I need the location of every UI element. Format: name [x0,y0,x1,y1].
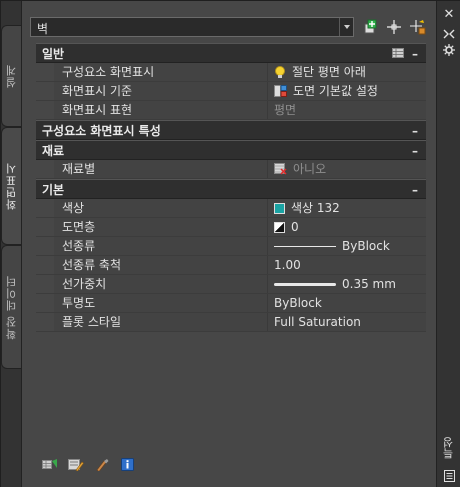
properties-panel: 벽 일반 – 구성요소 화면표시 절단 평면 아래 화면표시 기준 도면 기본값… [21,1,437,487]
property-value[interactable]: 절단 평면 아래 [268,63,426,81]
property-name: 투명도 [54,294,268,312]
collapse-component-props-button[interactable]: – [412,124,418,138]
linetype-value: ByBlock [342,239,390,253]
property-value[interactable]: Full Saturation [268,313,426,331]
property-value: 평면 [268,101,426,119]
property-value[interactable]: 아니오 [268,160,426,178]
property-value[interactable]: 0 [268,218,426,236]
edit-display-button[interactable] [68,457,84,471]
category-component-display-props[interactable]: 구성요소 화면표시 특성 – [36,120,426,140]
quick-select-icon [410,20,426,35]
property-row[interactable]: 투명도 ByBlock [36,294,426,313]
property-value[interactable]: ByBlock [268,294,426,312]
extended-tab-button[interactable] [42,457,58,471]
palette-options-glyph [443,470,455,482]
tab-design[interactable]: 설계 [1,25,21,127]
property-value[interactable]: 1.00 [268,256,426,274]
property-row[interactable]: 구성요소 화면표시 절단 평면 아래 [36,63,426,82]
tab-extended-data[interactable]: 확장 데이터 [1,245,21,369]
left-tab-strip: 설계 화면표시 확장 데이터 [1,1,22,487]
gear-icon [443,44,455,56]
layer-swatch [274,221,285,233]
tab-display-label: 화면표시 [5,162,18,210]
linetype-preview [274,245,336,247]
property-name: 구성요소 화면표시 [54,63,268,81]
category-general-title: 일반 [42,46,65,61]
property-grid: 일반 – 구성요소 화면표시 절단 평면 아래 화면표시 기준 도면 기본값 설… [36,43,426,332]
category-material-title: 재료 [42,143,65,158]
crosshair-icon [387,20,401,34]
category-basic[interactable]: 기본 – [36,179,426,199]
info-button[interactable] [120,457,136,471]
lightbulb-icon [275,65,285,78]
properties-palette-window: 설계 화면표시 확장 데이터 벽 일반 – 구성요소 화면표시 절단 평면 아래… [0,0,460,487]
properties-menu-icon[interactable] [441,43,457,57]
property-name: 색상 [54,199,268,217]
property-row[interactable]: 플롯 스타일 Full Saturation [36,313,426,332]
palette-title-bar: ✕ 특성 [437,1,460,487]
property-value[interactable]: ByBlock [268,237,426,255]
palette-title-label: 특성 [442,437,455,459]
property-value[interactable]: 색상 132 [268,199,426,217]
quick-select-button[interactable] [408,17,428,37]
palette-options-icon[interactable] [441,469,457,483]
category-material[interactable]: 재료 – [36,140,426,160]
auto-hide-arrows [443,29,455,39]
layer-value: 0 [291,220,299,234]
property-value[interactable]: 도면 기본값 설정 [268,82,426,100]
property-row[interactable]: 재료별 아니오 [36,160,426,179]
collapse-material-button[interactable]: – [412,144,418,158]
display-basis-value: 도면 기본값 설정 [293,84,378,98]
property-row[interactable]: 선가중치 0.35 mm [36,275,426,294]
lineweight-value: 0.35 mm [342,277,396,291]
by-material-value: 아니오 [293,162,327,176]
match-properties-button[interactable] [94,457,110,471]
collapse-general-button[interactable]: – [412,47,418,61]
property-name: 선종류 축척 [54,256,268,274]
color-swatch [274,202,285,214]
object-type-value: 벽 [37,22,49,36]
tab-display[interactable]: 화면표시 [1,127,22,245]
by-material-icon [274,163,287,175]
table-icon[interactable] [392,48,404,58]
toggle-pickadd-button[interactable] [360,17,380,37]
property-row[interactable]: 색상 색상 132 [36,199,426,218]
property-name: 선가중치 [54,275,268,293]
property-row[interactable]: 선종류 ByBlock [36,237,426,256]
select-objects-button[interactable] [384,17,404,37]
property-name: 화면표시 기준 [54,82,268,100]
pickadd-icon [364,19,377,34]
info-icon [121,457,134,471]
property-row[interactable]: 화면표시 기준 도면 기본값 설정 [36,82,426,101]
display-edit-icon [68,458,84,471]
property-value[interactable]: 0.35 mm [268,275,426,293]
tab-extended-data-label: 확장 데이터 [4,274,18,340]
property-row: 화면표시 표현 평면 [36,101,426,120]
lineweight-preview [274,282,336,286]
property-row[interactable]: 도면층 0 [36,218,426,237]
category-basic-title: 기본 [42,182,65,197]
bottom-toolbar [42,457,136,473]
top-toolbar: 벽 [30,15,430,39]
category-component-display-props-title: 구성요소 화면표시 특성 [42,123,161,138]
palette-title: 특성 [440,433,458,463]
component-display-value: 절단 평면 아래 [292,65,366,79]
grid-wrench-icon [42,458,57,469]
property-name: 도면층 [54,218,268,236]
object-type-dropdown[interactable]: 벽 [30,17,354,37]
color-value: 색상 132 [291,201,340,215]
property-name: 화면표시 표현 [54,101,268,119]
auto-hide-icon[interactable] [441,27,457,41]
collapse-basic-button[interactable]: – [412,183,418,197]
property-row[interactable]: 선종류 축척 1.00 [36,256,426,275]
property-name: 플롯 스타일 [54,313,268,331]
category-general[interactable]: 일반 – [36,43,426,63]
tab-design-label: 설계 [4,64,18,88]
property-name: 재료별 [54,160,268,178]
property-name: 선종류 [54,237,268,255]
chevron-down-icon[interactable] [339,18,353,36]
display-config-icon [274,85,287,97]
close-icon[interactable]: ✕ [441,7,457,22]
brush-icon [96,458,109,471]
